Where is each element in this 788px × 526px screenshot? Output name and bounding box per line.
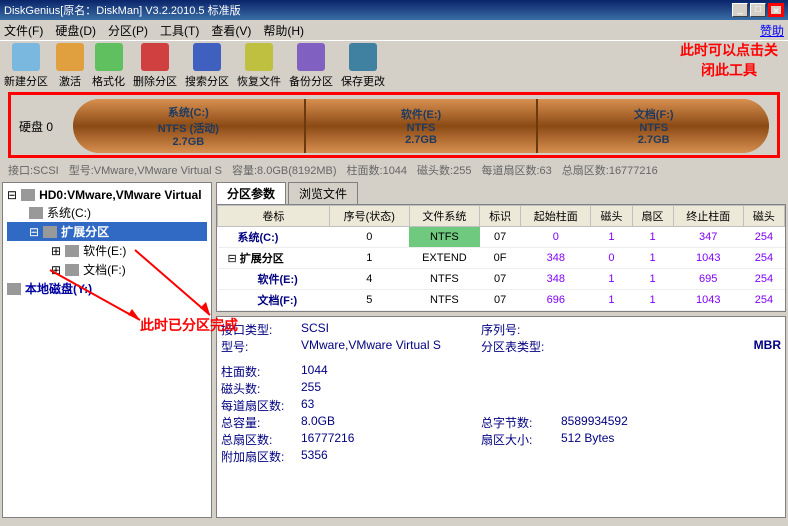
tree-item-f[interactable]: ⊞文档(F:) <box>7 260 207 279</box>
delete-icon <box>141 43 169 71</box>
watermark: 系统之家 XITONGZHIJIA.NET <box>641 476 779 516</box>
tb-delete[interactable]: 删除分区 <box>133 43 177 89</box>
tree-item-local[interactable]: 本地磁盘(Y:) <box>7 279 207 298</box>
disk-label: 硬盘 0 <box>19 118 69 135</box>
menu-view[interactable]: 查看(V) <box>211 22 251 39</box>
minimize-button[interactable]: _ <box>732 3 748 17</box>
annotation-done-hint: 此时已分区完成 <box>140 315 238 335</box>
menu-partition[interactable]: 分区(P) <box>108 22 148 39</box>
disk-bar[interactable]: 系统(C:) NTFS (活动) 2.7GB 软件(E:) NTFS 2.7GB… <box>73 99 769 153</box>
drive-icon <box>65 245 79 257</box>
partition-table: 卷标 序号(状态) 文件系统 标识 起始柱面 磁头 扇区 终止柱面 磁头 系统(… <box>216 204 786 312</box>
col-label[interactable]: 卷标 <box>218 206 330 227</box>
menu-file[interactable]: 文件(F) <box>4 22 43 39</box>
close-button[interactable]: × <box>768 3 784 17</box>
partition-f[interactable]: 文档(F:) NTFS 2.7GB <box>538 99 769 153</box>
partition-c[interactable]: 系统(C:) NTFS (活动) 2.7GB <box>73 99 306 153</box>
col-fs[interactable]: 文件系统 <box>409 206 479 227</box>
drive-icon <box>7 283 21 295</box>
tb-activate[interactable]: 激活 <box>56 43 84 89</box>
tb-save[interactable]: 保存更改 <box>341 43 385 89</box>
tree-item-c[interactable]: 系统(C:) <box>7 203 207 222</box>
drive-icon <box>29 207 43 219</box>
col-flag[interactable]: 标识 <box>480 206 521 227</box>
col-ecyl[interactable]: 终止柱面 <box>673 206 743 227</box>
tb-backup[interactable]: 备份分区 <box>289 43 333 89</box>
tree-root[interactable]: ⊟HD0:VMware,VMware Virtual <box>7 187 207 203</box>
col-ehead[interactable]: 磁头 <box>743 206 784 227</box>
search-icon <box>193 43 221 71</box>
tb-new-partition[interactable]: 新建分区 <box>4 43 48 89</box>
tb-format[interactable]: 格式化 <box>92 43 125 89</box>
new-partition-icon <box>12 43 40 71</box>
save-icon <box>349 43 377 71</box>
tree-item-extend[interactable]: ⊟扩展分区 <box>7 222 207 241</box>
menu-disk[interactable]: 硬盘(D) <box>55 22 96 39</box>
sponsor-link[interactable]: 赞助 <box>760 22 784 39</box>
table-row[interactable]: 系统(C:)0NTFS07011347254 <box>218 227 785 248</box>
col-scyl[interactable]: 起始柱面 <box>521 206 591 227</box>
title-bar: DiskGenius[原名：DiskMan] V3.2.2010.5 标准版 _… <box>0 0 788 20</box>
tree-item-e[interactable]: ⊞软件(E:) <box>7 241 207 260</box>
drive-icon <box>65 264 79 276</box>
menu-tools[interactable]: 工具(T) <box>160 22 199 39</box>
table-row[interactable]: 文档(F:)5NTFS07696111043254 <box>218 290 785 311</box>
disk-icon <box>21 189 35 201</box>
partition-e[interactable]: 软件(E:) NTFS 2.7GB <box>306 99 539 153</box>
activate-icon <box>56 43 84 71</box>
col-index[interactable]: 序号(状态) <box>329 206 409 227</box>
toolbar: 新建分区 激活 格式化 删除分区 搜索分区 恢复文件 备份分区 保存更改 <box>0 40 788 90</box>
tb-recover[interactable]: 恢复文件 <box>237 43 281 89</box>
tb-search[interactable]: 搜索分区 <box>185 43 229 89</box>
tab-params[interactable]: 分区参数 <box>216 182 286 204</box>
col-ssec[interactable]: 扇区 <box>632 206 673 227</box>
table-row[interactable]: 软件(E:)4NTFS0734811695254 <box>218 269 785 290</box>
window-title: DiskGenius[原名：DiskMan] V3.2.2010.5 标准版 <box>4 2 732 18</box>
table-row[interactable]: ⊟ 扩展分区1EXTEND0F348011043254 <box>218 248 785 269</box>
tree-pane[interactable]: ⊟HD0:VMware,VMware Virtual 系统(C:) ⊟扩展分区 … <box>2 182 212 518</box>
recover-icon <box>245 43 273 71</box>
backup-icon <box>297 43 325 71</box>
disk-info-line: 接口:SCSI 型号:VMware,VMware Virtual S 容量:8.… <box>0 160 788 180</box>
col-shead[interactable]: 磁头 <box>591 206 632 227</box>
folder-icon <box>43 226 57 238</box>
tab-browse[interactable]: 浏览文件 <box>288 182 358 204</box>
format-icon <box>95 43 123 71</box>
menu-help[interactable]: 帮助(H) <box>263 22 304 39</box>
house-icon <box>641 476 681 516</box>
menu-bar: 文件(F) 硬盘(D) 分区(P) 工具(T) 查看(V) 帮助(H) 赞助 <box>0 20 788 40</box>
maximize-button[interactable]: □ <box>750 3 766 17</box>
annotation-close-hint: 此时可以点击关 闭此工具 <box>680 40 778 80</box>
